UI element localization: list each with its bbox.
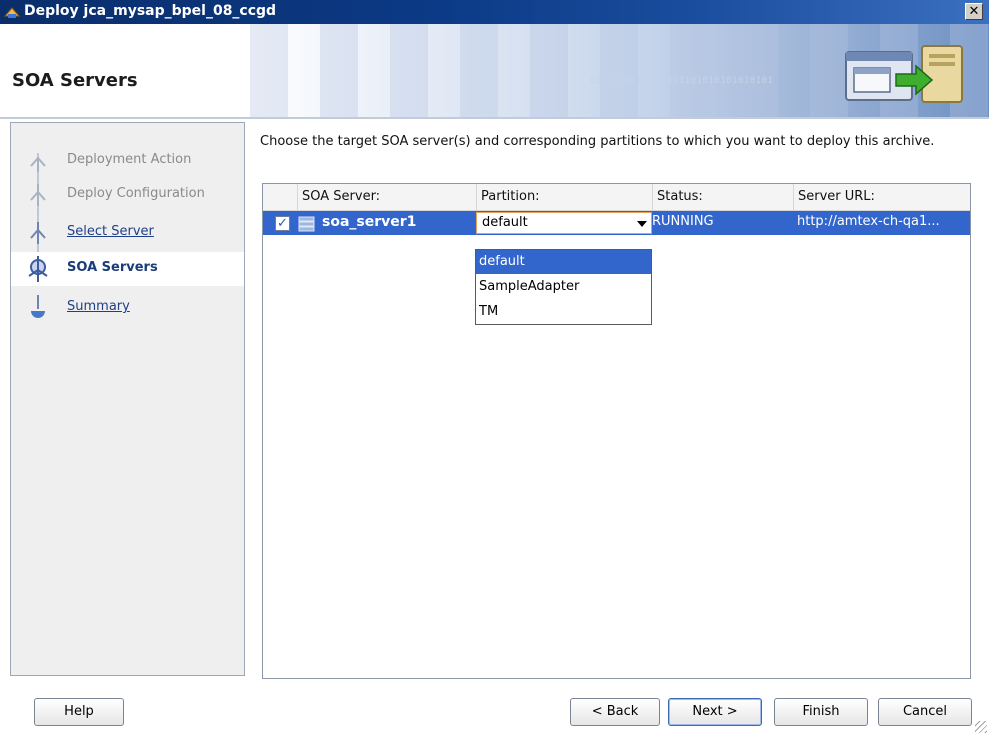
app-icon	[4, 7, 20, 18]
banner-separator	[0, 117, 989, 119]
server-icon	[298, 216, 315, 232]
nav-item-soa-servers[interactable]: SOA Servers	[11, 252, 244, 286]
column-header-partition[interactable]: Partition:	[476, 184, 652, 210]
close-button[interactable]: ✕	[965, 3, 983, 20]
partition-option-sampleadapter[interactable]: SampleAdapter	[476, 275, 651, 299]
next-button[interactable]: Next >	[668, 698, 762, 726]
step-disabled-icon	[30, 156, 46, 172]
nav-item-summary[interactable]: Summary	[11, 291, 244, 325]
nav-item-label: Deploy Configuration	[67, 186, 205, 201]
finish-button[interactable]: Finish	[774, 698, 868, 726]
help-button[interactable]: Help	[34, 698, 124, 726]
partition-combobox[interactable]: default	[476, 212, 652, 234]
step-current-icon	[28, 256, 48, 282]
page-title: SOA Servers	[12, 70, 138, 91]
partition-option-tm[interactable]: TM	[476, 300, 651, 324]
step-final-icon	[31, 295, 45, 318]
step-disabled-icon	[30, 184, 46, 206]
window-title: Deploy jca_mysap_bpel_08_ccgd	[24, 3, 277, 19]
column-header-status[interactable]: Status:	[652, 184, 797, 210]
resize-grip-icon[interactable]	[975, 721, 987, 733]
server-name: soa_server1	[322, 214, 417, 230]
column-header-server-url[interactable]: Server URL:	[793, 184, 970, 210]
table-row[interactable]: ✓ soa_server1 default RUNNING http://amt…	[263, 211, 970, 235]
step-visited-icon	[30, 222, 46, 244]
cancel-button[interactable]: Cancel	[878, 698, 972, 726]
server-status: RUNNING	[652, 214, 714, 229]
banner-binary-text: 0101010100001010101010101010101	[590, 76, 774, 86]
server-url: http://amtex-ch-qa1...	[797, 214, 940, 229]
partition-combobox-value: default	[482, 215, 528, 230]
partition-option-default[interactable]: default	[476, 250, 651, 274]
nav-item-label: SOA Servers	[67, 260, 158, 275]
dropdown-arrow-icon[interactable]	[637, 221, 647, 227]
instructions-text: Choose the target SOA server(s) and corr…	[260, 134, 935, 149]
nav-item-label: Deployment Action	[67, 152, 192, 167]
nav-item-label: Summary	[67, 299, 130, 314]
nav-item-deploy-configuration[interactable]: Deploy Configuration	[11, 178, 244, 212]
title-bar: Deploy jca_mysap_bpel_08_ccgd ✕	[0, 0, 989, 24]
table-header-row: SOA Server: Partition: Status: Server UR…	[263, 184, 970, 211]
nav-item-label: Select Server	[67, 224, 154, 239]
partition-dropdown-list: default SampleAdapter TM	[475, 249, 652, 325]
nav-item-deployment-action[interactable]: Deployment Action	[11, 144, 244, 178]
wizard-nav: Deployment Action Deploy Configuration S…	[10, 122, 245, 676]
header-banner: 0101010100001010101010101010101 SOA Serv…	[0, 24, 989, 119]
column-header-soa-server[interactable]: SOA Server:	[297, 184, 476, 210]
deploy-graphic-icon	[845, 45, 963, 103]
back-button[interactable]: < Back	[570, 698, 660, 726]
nav-item-select-server[interactable]: Select Server	[11, 216, 244, 250]
server-select-checkbox[interactable]: ✓	[275, 216, 290, 231]
